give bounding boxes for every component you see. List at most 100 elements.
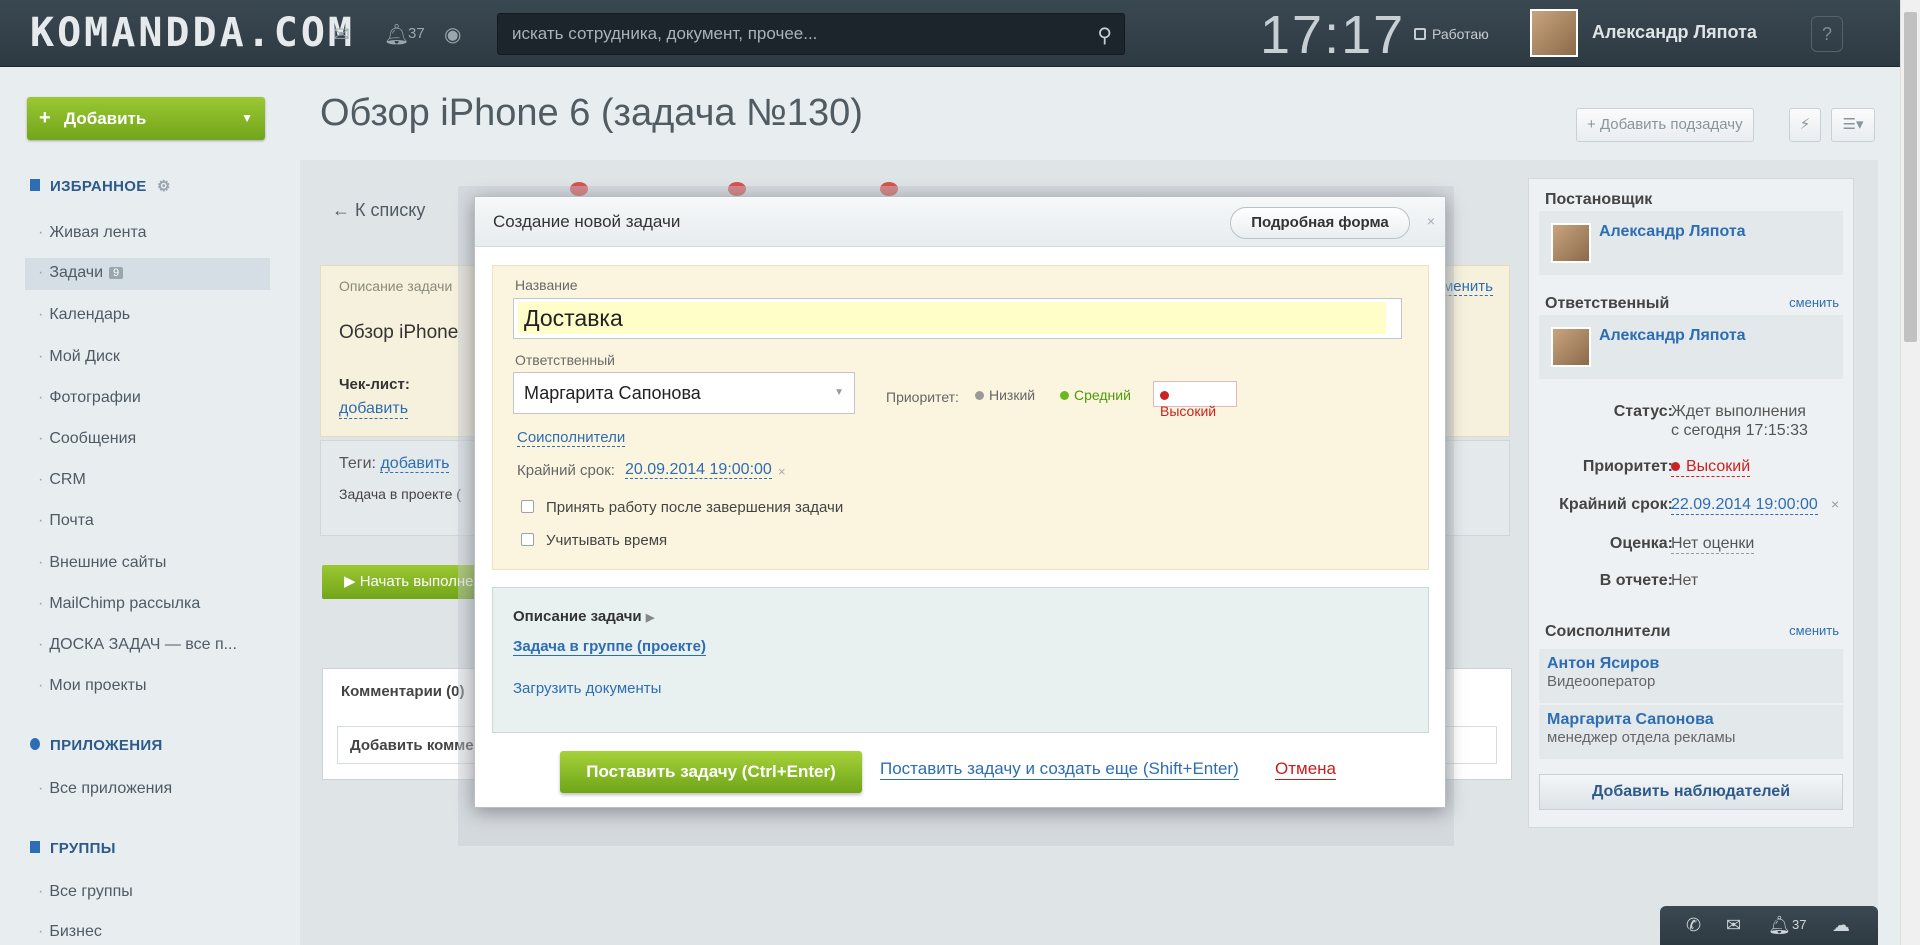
- search-bar[interactable]: ⚲: [497, 13, 1125, 55]
- task-info-panel: Постановщик Александр Ляпота Ответственн…: [1528, 178, 1854, 828]
- bell-icon[interactable]: 🔔︎: [384, 22, 409, 47]
- rating-key: Оценка:: [1609, 535, 1673, 552]
- deadline-value[interactable]: 22.09.2014 19:00:00: [1671, 496, 1818, 515]
- sidebar-item-taskboard[interactable]: · ДОСКА ЗАДАЧ — все п...: [38, 636, 237, 654]
- sidebar-item-mailchimp[interactable]: · MailChimp рассылка: [38, 595, 200, 613]
- deadline-field[interactable]: 20.09.2014 19:00:00: [625, 461, 772, 479]
- coexecutor-name[interactable]: Антон Ясиров: [1547, 655, 1835, 673]
- description-toggle[interactable]: Описание задачи ▶: [513, 608, 654, 625]
- gear-icon[interactable]: ⚙: [157, 178, 171, 195]
- sidebar-item-mail[interactable]: · Почта: [38, 512, 94, 530]
- clear-deadline-icon[interactable]: ×: [778, 464, 786, 479]
- responsible-name[interactable]: Александр Ляпота: [1599, 327, 1746, 345]
- sidebar-item-calendar[interactable]: · Календарь: [38, 306, 130, 324]
- search-icon[interactable]: ⚲: [1097, 23, 1112, 48]
- search-input[interactable]: [498, 14, 1058, 54]
- logo[interactable]: KOMANDDA.COM: [30, 10, 355, 56]
- checklist-label: Чек-лист:: [339, 376, 410, 393]
- user-avatar[interactable]: [1530, 9, 1578, 57]
- upload-documents-link[interactable]: Загрузить документы: [513, 680, 661, 697]
- groups-heading[interactable]: ГРУППЫ: [30, 840, 116, 857]
- sidebar-item-messages[interactable]: · Сообщения: [38, 430, 136, 448]
- clear-deadline-icon[interactable]: ×: [1831, 496, 1839, 512]
- track-time-checkbox[interactable]: Учитывать время: [521, 532, 667, 549]
- eye-icon[interactable]: ◉: [444, 22, 461, 47]
- work-status[interactable]: Работаю: [1414, 26, 1489, 42]
- close-icon[interactable]: ×: [1427, 213, 1435, 229]
- bell-icon[interactable]: 🔔︎: [1768, 915, 1791, 936]
- add-observers-button[interactable]: Добавить наблюдателей: [1539, 774, 1843, 810]
- task-name-field[interactable]: Доставка: [513, 298, 1402, 339]
- sidebar-item-tasks[interactable]: · Задачи 9: [25, 258, 270, 290]
- submit-and-create-link[interactable]: Поставить задачу и создать еще (Shift+En…: [880, 759, 1239, 780]
- green-dot-icon: [1060, 391, 1069, 400]
- coexecutors-link[interactable]: Соисполнители: [517, 429, 626, 447]
- rating-value[interactable]: Нет оценки: [1671, 535, 1755, 554]
- scrollbar-thumb[interactable]: [1904, 12, 1917, 342]
- apps-heading[interactable]: ПРИЛОЖЕНИЯ: [30, 737, 163, 754]
- priority-label: Приоритет:: [886, 389, 959, 405]
- scrollbar[interactable]: [1900, 0, 1920, 945]
- change-coexecutors-link[interactable]: сменить: [1789, 623, 1839, 638]
- responsible-heading: Ответственный: [1545, 295, 1670, 312]
- messages-icon[interactable]: ✉: [333, 22, 350, 47]
- apps-title: ПРИЛОЖЕНИЯ: [50, 737, 163, 754]
- user-name[interactable]: Александр Ляпота: [1592, 22, 1757, 43]
- submit-task-button[interactable]: Поставить задачу (Ctrl+Enter): [560, 751, 862, 793]
- sidebar-item-photos[interactable]: · Фотографии: [38, 389, 141, 407]
- coexecutor-name[interactable]: Маргарита Сапонова: [1547, 711, 1835, 729]
- notifications-count[interactable]: 37: [408, 25, 425, 42]
- task-name-value[interactable]: Доставка: [518, 302, 1386, 334]
- priority-low-option[interactable]: Низкий: [975, 387, 1035, 403]
- creator-name[interactable]: Александр Ляпота: [1599, 223, 1746, 241]
- page-title: Обзор iPhone 6 (задача №130): [320, 92, 863, 134]
- change-responsible-link[interactable]: сменить: [1789, 295, 1839, 310]
- full-form-button[interactable]: Подробная форма: [1230, 207, 1410, 239]
- chevron-down-icon[interactable]: ▼: [241, 97, 253, 140]
- apps-icon: [30, 738, 40, 750]
- sidebar-item-feed[interactable]: · Живая лента: [38, 224, 146, 242]
- lightning-icon[interactable]: ⚡︎: [1789, 108, 1821, 142]
- tab-comments[interactable]: Комментарии (0): [341, 683, 465, 700]
- favorites-heading[interactable]: ИЗБРАННОЕ ⚙: [30, 177, 171, 195]
- priority-value[interactable]: Высокий: [1671, 458, 1751, 477]
- responsible-select[interactable]: Маргарита Сапонова ▼: [513, 372, 855, 414]
- menu-icon[interactable]: ☰▾: [1831, 108, 1875, 142]
- coexecutor-card[interactable]: Антон Ясиров Видеооператор: [1539, 649, 1843, 703]
- cloud-icon[interactable]: ☁: [1832, 915, 1850, 936]
- work-status-icon: [1414, 28, 1426, 40]
- add-button-label: Добавить: [64, 109, 147, 128]
- checklist-add-link[interactable]: добавить: [339, 400, 409, 419]
- priority-high-option[interactable]: Высокий: [1153, 381, 1237, 419]
- responsible-card[interactable]: Александр Ляпота: [1539, 315, 1843, 379]
- sidebar-item-disk[interactable]: · Мой Диск: [38, 348, 120, 366]
- phone-icon[interactable]: ✆: [1686, 915, 1701, 936]
- status-value: Ждет выполнения: [1671, 403, 1806, 420]
- tags-add-link[interactable]: добавить: [380, 455, 450, 473]
- chat-icon[interactable]: ✉: [1726, 915, 1741, 936]
- tasks-count-badge: 9: [109, 267, 124, 279]
- sidebar-item-sites[interactable]: · Внешние сайты: [38, 554, 166, 572]
- sidebar-item-all-groups[interactable]: · Все группы: [38, 883, 133, 901]
- add-button[interactable]: + Добавить ▼: [27, 97, 265, 140]
- back-to-list-link[interactable]: ← К списку: [332, 200, 425, 221]
- sidebar-item-crm[interactable]: · CRM: [38, 471, 86, 489]
- description-label: Описание задачи: [339, 278, 453, 294]
- accept-work-checkbox[interactable]: Принять работу после завершения задачи: [521, 499, 843, 516]
- priority-mid-option[interactable]: Средний: [1060, 387, 1131, 403]
- task-form: Название Доставка Ответственный Маргарит…: [492, 265, 1429, 570]
- priority-low-label: Низкий: [989, 387, 1036, 403]
- group-project-link[interactable]: Задача в группе (проекте): [513, 638, 706, 656]
- creator-card[interactable]: Александр Ляпота: [1539, 211, 1843, 275]
- cancel-link[interactable]: Отмена: [1275, 759, 1336, 780]
- coexecutor-card[interactable]: Маргарита Сапонова менеджер отдела рекла…: [1539, 705, 1843, 759]
- tags-label: Теги:: [339, 455, 376, 472]
- dock-notifications-count[interactable]: 37: [1792, 917, 1806, 932]
- sidebar-item-business[interactable]: · Бизнес: [38, 923, 102, 941]
- dialog-title: Создание новой задачи: [493, 212, 681, 231]
- sidebar-item-projects[interactable]: · Мои проекты: [38, 677, 146, 695]
- sidebar-item-all-apps[interactable]: · Все приложения: [38, 780, 172, 798]
- add-subtask-button[interactable]: + Добавить подзадачу: [1576, 108, 1754, 142]
- dialog-header[interactable]: Создание новой задачи Подробная форма ×: [475, 197, 1445, 247]
- help-button[interactable]: ?: [1811, 16, 1843, 52]
